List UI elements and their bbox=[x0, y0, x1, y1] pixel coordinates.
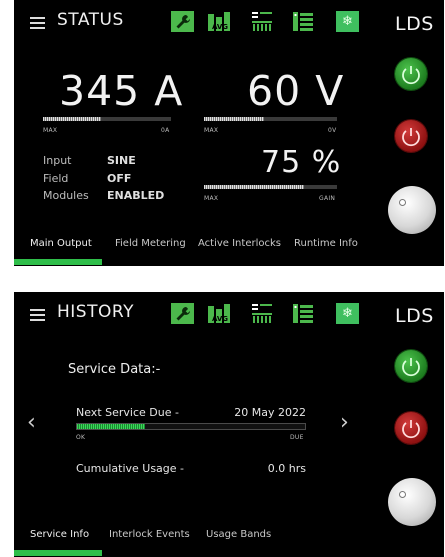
tab-active-interlocks[interactable]: Active Interlocks bbox=[198, 238, 281, 249]
menu-icon[interactable] bbox=[30, 17, 45, 29]
input-label: Input bbox=[43, 154, 72, 167]
tab-usage-bands[interactable]: Usage Bands bbox=[206, 529, 271, 540]
field-value: OFF bbox=[107, 172, 132, 185]
menu-icon[interactable] bbox=[30, 309, 45, 321]
power-icon bbox=[402, 358, 420, 377]
gain-value: 75 % bbox=[261, 145, 342, 180]
power-on-button[interactable] bbox=[395, 58, 427, 90]
snowflake-icon[interactable]: ❄ bbox=[336, 11, 359, 32]
power-off-button[interactable] bbox=[395, 412, 427, 444]
voltage-level-fill bbox=[204, 117, 264, 121]
status-screen: STATUS AVG ❄ LDS 345 A MAX 0A 60 V MAX 0… bbox=[14, 0, 444, 266]
voltage-level-bar bbox=[204, 117, 337, 121]
current-level-fill bbox=[43, 117, 101, 121]
avg-icon[interactable]: AVG bbox=[207, 11, 233, 32]
wrench-icon[interactable] bbox=[171, 303, 194, 324]
list-icon[interactable] bbox=[292, 11, 314, 32]
field-label: Field bbox=[43, 172, 69, 185]
tab-main-output[interactable]: Main Output bbox=[30, 238, 92, 249]
chevron-left-icon[interactable]: ‹ bbox=[27, 410, 36, 435]
list-icon[interactable] bbox=[292, 303, 314, 324]
gain-level-fill bbox=[204, 185, 304, 189]
avg-icon[interactable]: AVG bbox=[207, 303, 233, 324]
voltage-max-label: MAX bbox=[204, 127, 219, 134]
history-screen: HISTORY AVG ❄ LDS Service Data:- ‹ › Nex… bbox=[14, 292, 444, 557]
current-level-bar bbox=[43, 117, 171, 121]
svg-text:AVG: AVG bbox=[212, 315, 228, 323]
brand-logo: LDS bbox=[395, 305, 434, 327]
service-progress-bar bbox=[76, 423, 306, 430]
power-on-button[interactable] bbox=[395, 350, 427, 382]
tab-service-info[interactable]: Service Info bbox=[30, 529, 89, 540]
svg-text:AVG: AVG bbox=[212, 23, 228, 31]
tab-runtime-info[interactable]: Runtime Info bbox=[294, 238, 358, 249]
tab-interlock-events[interactable]: Interlock Events bbox=[109, 529, 190, 540]
screen-title: HISTORY bbox=[57, 302, 134, 322]
modules-label: Modules bbox=[43, 189, 89, 202]
chevron-right-icon[interactable]: › bbox=[340, 410, 349, 435]
power-off-button[interactable] bbox=[395, 120, 427, 152]
cumulative-usage-value: 0.0 hrs bbox=[267, 462, 306, 475]
gain-min-label: GAIN bbox=[319, 195, 336, 202]
bar-meter-icon[interactable] bbox=[251, 11, 273, 32]
control-knob[interactable] bbox=[388, 478, 436, 526]
bar-meter-icon[interactable] bbox=[251, 303, 273, 324]
brand-logo: LDS bbox=[395, 13, 434, 35]
next-service-label: Next Service Due - bbox=[76, 406, 179, 419]
modules-value: ENABLED bbox=[107, 189, 165, 202]
voltage-min-label: 0V bbox=[328, 127, 337, 134]
input-value: SINE bbox=[107, 154, 136, 167]
service-progress-fill bbox=[77, 424, 146, 429]
current-value: 345 A bbox=[59, 67, 184, 115]
current-min-label: 0A bbox=[161, 127, 170, 134]
snowflake-icon[interactable]: ❄ bbox=[336, 303, 359, 324]
service-due-label: DUE bbox=[290, 434, 304, 441]
gain-level-bar bbox=[204, 185, 337, 189]
wrench-icon[interactable] bbox=[171, 11, 194, 32]
tab-field-metering[interactable]: Field Metering bbox=[115, 238, 186, 249]
next-service-value: 20 May 2022 bbox=[234, 406, 306, 419]
active-tab-indicator bbox=[14, 259, 102, 265]
power-icon bbox=[402, 420, 420, 439]
screen-title: STATUS bbox=[57, 10, 124, 30]
control-knob[interactable] bbox=[388, 186, 436, 234]
current-max-label: MAX bbox=[43, 127, 58, 134]
power-icon bbox=[402, 66, 420, 85]
service-ok-label: OK bbox=[76, 434, 86, 441]
gain-max-label: MAX bbox=[204, 195, 219, 202]
power-icon bbox=[402, 128, 420, 147]
service-data-title: Service Data:- bbox=[68, 362, 161, 377]
active-tab-indicator bbox=[14, 550, 102, 556]
voltage-value: 60 V bbox=[247, 67, 345, 115]
cumulative-usage-label: Cumulative Usage - bbox=[76, 462, 185, 475]
